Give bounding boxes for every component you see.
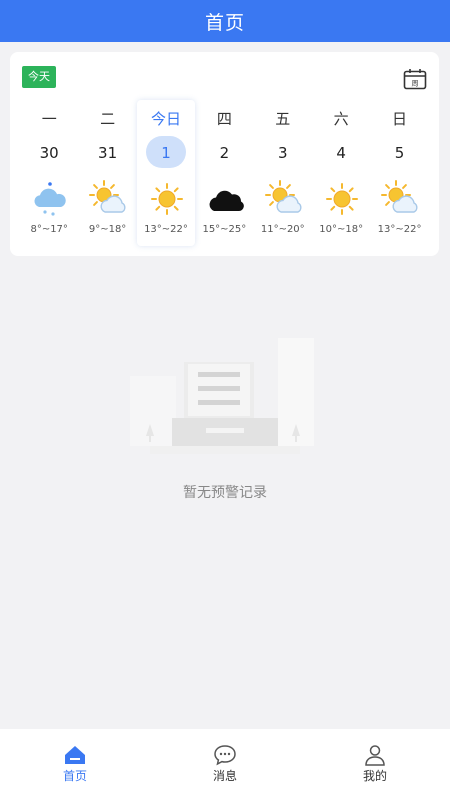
day-weekday: 五 [275, 110, 291, 128]
partly-cloudy-icon [89, 180, 127, 218]
day-temperature: 10°~18° [319, 224, 364, 235]
tab-messages[interactable]: 消息 [150, 729, 300, 800]
partly-cloudy-icon [381, 180, 419, 218]
tab-mine[interactable]: 我的 [300, 729, 450, 800]
partly-cloudy-icon [264, 180, 303, 218]
cloudy-icon [206, 180, 244, 218]
tab-messages-label: 消息 [212, 769, 237, 783]
sunny-icon [148, 180, 186, 218]
day-item[interactable]: 日 5 13°~22° [370, 100, 428, 246]
tab-home-label: 首页 [62, 769, 87, 783]
snow-icon [31, 180, 69, 218]
day-temperature: 13°~22° [377, 224, 422, 235]
day-weekday: 四 [216, 110, 232, 128]
chat-bubble-icon [214, 745, 236, 766]
day-item-today[interactable]: 今日 1 13°~22° [136, 100, 196, 246]
tab-home[interactable]: 首页 [0, 729, 150, 800]
day-date: 3 [277, 144, 288, 162]
day-date: 5 [394, 144, 405, 162]
day-weekday: 六 [333, 110, 349, 128]
day-weekday: 今日 [150, 110, 181, 128]
today-button[interactable]: 今天 [22, 66, 56, 88]
day-date: 30 [39, 144, 59, 162]
day-temperature: 15°~25° [202, 224, 247, 235]
page-title: 首页 [204, 11, 245, 34]
day-list: 一 30 8°~17° 二 31 9°~18° 今日 1 13°~22° 四 2… [20, 100, 429, 246]
calendar-icon-label: 周 [412, 80, 419, 88]
empty-state-message: 暂无预警记录 [183, 485, 267, 501]
tab-mine-label: 我的 [362, 769, 387, 783]
sunny-icon [323, 180, 361, 218]
day-weekday: 日 [392, 110, 408, 128]
day-weekday: 一 [41, 110, 57, 128]
day-temperature: 8°~17° [30, 224, 68, 235]
day-date: 2 [219, 144, 230, 162]
user-icon [365, 745, 385, 766]
weather-week-card: 今天 周 一 30 8°~17° 二 31 9°~18° 今日 1 13°~22… [10, 52, 439, 256]
bottom-tab-bar: 首页 消息 我的 [0, 729, 450, 800]
day-temperature: 11°~20° [260, 224, 305, 235]
day-date: 4 [336, 144, 346, 162]
day-item[interactable]: 六 4 10°~18° [312, 100, 370, 246]
day-temperature: 9°~18° [88, 224, 127, 235]
day-item[interactable]: 五 3 11°~20° [254, 100, 312, 246]
day-date: 1 [161, 144, 171, 162]
day-weekday: 二 [100, 110, 116, 128]
home-icon [65, 746, 85, 764]
empty-state-illustration [130, 338, 314, 454]
top-bar: 首页 [0, 0, 450, 42]
day-date: 31 [98, 144, 118, 162]
day-temperature: 13°~22° [144, 224, 188, 235]
calendar-icon[interactable]: 周 [403, 68, 427, 90]
day-item[interactable]: 四 2 15°~25° [195, 100, 253, 246]
day-item[interactable]: 二 31 9°~18° [78, 100, 136, 246]
day-item[interactable]: 一 30 8°~17° [20, 100, 78, 246]
